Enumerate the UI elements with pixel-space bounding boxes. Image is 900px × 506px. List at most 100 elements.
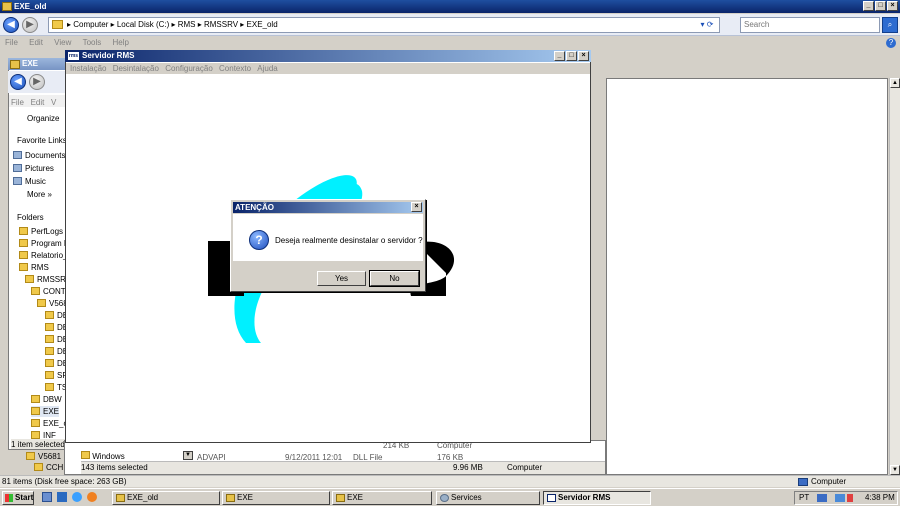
network-icon[interactable]: [817, 494, 827, 502]
task-services[interactable]: Services: [436, 491, 540, 505]
forward-button[interactable]: ▶: [22, 17, 38, 33]
scroll-down-button[interactable]: ▼: [890, 465, 900, 475]
folder-icon: [31, 419, 40, 427]
task-servidor-rms[interactable]: Servidor RMS: [543, 491, 651, 505]
search-input[interactable]: Search: [740, 17, 880, 33]
dialog-title: ATENÇÃO: [235, 203, 274, 212]
file-list-behind: Windows ▼ ADVAPI 9/12/2011 12:01 DLL Fil…: [64, 440, 606, 475]
start-button[interactable]: Start: [2, 491, 34, 505]
search-icon[interactable]: ⌕: [882, 17, 898, 33]
address-bar[interactable]: ▸ Computer ▸ Local Disk (C:) ▸ RMS ▸ RMS…: [48, 17, 720, 33]
menu-view[interactable]: V: [51, 98, 56, 107]
window-titlebar: EXE_old _ □ ×: [0, 0, 900, 13]
close-button[interactable]: ×: [411, 202, 422, 212]
maximize-button[interactable]: □: [566, 51, 577, 61]
close-button[interactable]: ×: [578, 51, 589, 61]
maximize-button[interactable]: □: [875, 1, 886, 11]
folder-icon: [31, 287, 40, 295]
folder-icon: [19, 263, 28, 271]
tree-item[interactable]: DBW: [31, 394, 62, 405]
tree-item[interactable]: CCH: [34, 462, 63, 473]
preview-pane: [606, 78, 888, 475]
favorite-documents[interactable]: Documents: [13, 150, 65, 161]
menu-instalacao[interactable]: Instalação: [70, 64, 106, 73]
folder-icon: [45, 383, 54, 391]
folder-icon: [25, 275, 34, 283]
organize-button[interactable]: Organize: [15, 113, 59, 124]
rms-app-icon: [547, 494, 556, 502]
tree-label: Windows: [92, 452, 125, 461]
scrollbar[interactable]: ▲ ▼: [889, 78, 900, 475]
window-title: EXE: [22, 59, 39, 68]
show-desktop-icon[interactable]: [57, 492, 67, 502]
menu-edit[interactable]: Edit: [29, 38, 43, 47]
minimize-button[interactable]: _: [554, 51, 565, 61]
server-manager-icon[interactable]: [42, 492, 52, 502]
task-exe[interactable]: EXE: [222, 491, 330, 505]
folder-icon: [226, 494, 235, 502]
forward-button[interactable]: ▶: [29, 74, 45, 90]
favorite-more[interactable]: More »: [15, 189, 52, 200]
dialog-titlebar: ATENÇÃO ×: [233, 202, 423, 213]
menu-row: File Edit V: [11, 97, 56, 108]
tree-item[interactable]: Windows: [81, 451, 125, 461]
yes-button[interactable]: Yes: [317, 271, 366, 286]
menu-ajuda[interactable]: Ajuda: [257, 64, 277, 73]
tree-item-selected[interactable]: EXE: [31, 406, 60, 417]
window-title: EXE_old: [14, 2, 47, 11]
tree-item[interactable]: RMS: [19, 262, 49, 273]
folder-icon: [2, 2, 12, 11]
tree-item[interactable]: Relatorio_f: [19, 250, 67, 261]
minimize-button[interactable]: _: [863, 1, 874, 11]
clock[interactable]: 4:38 PM: [865, 492, 895, 504]
breadcrumb[interactable]: ▸ Computer ▸ Local Disk (C:) ▸ RMS ▸ RMS…: [67, 20, 278, 29]
menu-help[interactable]: Help: [113, 38, 129, 47]
monitor-icon[interactable]: [835, 494, 845, 502]
tree-item[interactable]: EXE_ol: [31, 418, 67, 429]
menu-bar: File Edit View Tools Help ?: [0, 37, 900, 49]
tree-item[interactable]: RMSSRV: [25, 274, 67, 285]
task-exe-2[interactable]: EXE: [332, 491, 432, 505]
tree-item[interactable]: TS: [45, 382, 67, 393]
system-tray: PT 4:38 PM: [794, 491, 898, 505]
folder-icon: [52, 20, 63, 29]
tree-item[interactable]: V568: [37, 298, 67, 309]
menu-configuracao[interactable]: Configuração: [165, 64, 213, 73]
tree-label: DBW: [43, 395, 62, 404]
folder-icon: [31, 431, 40, 439]
tree-item[interactable]: Program Fi: [19, 238, 67, 249]
menu-edit[interactable]: Edit: [31, 98, 45, 107]
confirm-dialog: ATENÇÃO × ? Deseja realmente desinstalar…: [230, 199, 426, 292]
rms-app-icon: rms: [68, 52, 79, 60]
language-indicator[interactable]: PT: [799, 493, 809, 502]
task-exe-old[interactable]: EXE_old: [112, 491, 220, 505]
tree-label: RMS: [31, 263, 49, 272]
menu-file[interactable]: File: [11, 98, 24, 107]
ie-icon[interactable]: [72, 492, 82, 502]
status-bar-behind: 143 items selected 9.96 MB Computer: [81, 461, 605, 474]
scroll-up-button[interactable]: ▲: [890, 78, 900, 88]
menu-desintalacao[interactable]: Desintalação: [113, 64, 159, 73]
folder-icon: [34, 463, 43, 471]
volume-icon[interactable]: [847, 494, 853, 502]
dialog-message: Deseja realmente desinstalar o servidor …: [275, 236, 423, 245]
menu-tools[interactable]: Tools: [83, 38, 102, 47]
favorite-music[interactable]: Music: [13, 176, 46, 187]
firefox-icon[interactable]: [87, 492, 97, 502]
no-button[interactable]: No: [369, 270, 420, 287]
close-button[interactable]: ×: [887, 1, 898, 11]
help-icon[interactable]: ?: [886, 38, 896, 48]
refresh-icon[interactable]: ▾ ⟳: [693, 18, 721, 32]
back-button[interactable]: ◀: [3, 17, 19, 33]
tree-item[interactable]: CONTE: [31, 286, 67, 297]
chevron-down-icon[interactable]: ▼: [183, 451, 193, 460]
status-text: 1 item selected: [11, 439, 67, 449]
menu-file[interactable]: File: [5, 38, 18, 47]
back-button[interactable]: ◀: [10, 74, 26, 90]
status-bar: 81 items (Disk free space: 263 GB) Compu…: [0, 475, 900, 487]
menu-contexto[interactable]: Contexto: [219, 64, 251, 73]
menu-view[interactable]: View: [54, 38, 71, 47]
tree-item[interactable]: PerfLogs: [19, 226, 63, 237]
tree-item[interactable]: V5681: [26, 451, 61, 462]
favorite-pictures[interactable]: Pictures: [13, 163, 54, 174]
